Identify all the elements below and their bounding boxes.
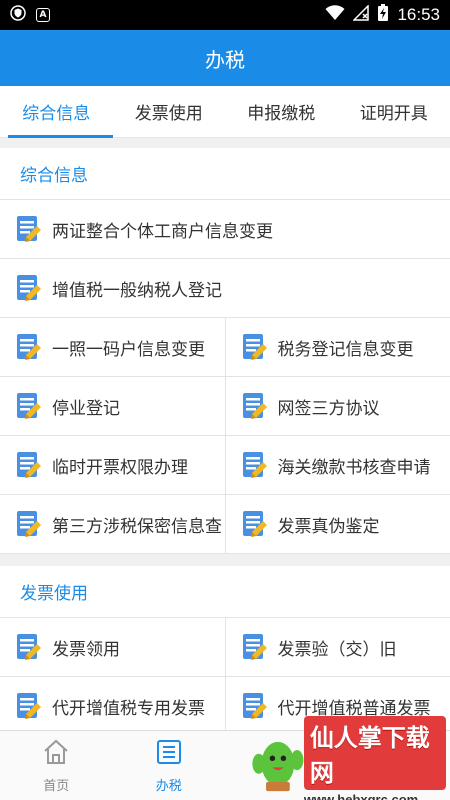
- document-edit-icon: [17, 452, 41, 478]
- no-sim-icon: [352, 4, 370, 25]
- item-row: 增值税一般纳税人登记: [0, 259, 450, 318]
- section-title: 发票使用: [0, 566, 450, 618]
- service-item[interactable]: 第三方涉税保密信息查: [0, 495, 225, 553]
- watermark-title: 仙人掌下载网: [303, 715, 446, 790]
- service-item-label: 发票领用: [52, 639, 120, 660]
- service-item[interactable]: 发票领用: [0, 618, 225, 676]
- service-item-label: 第三方涉税保密信息查: [52, 516, 222, 537]
- item-row: 发票领用 发票验（交）旧: [0, 618, 450, 677]
- tab-bar: 综合信息 发票使用 申报缴税 证明开具: [0, 86, 450, 138]
- tab-general-info[interactable]: 综合信息: [0, 86, 113, 138]
- document-edit-icon: [17, 693, 41, 719]
- section-invoice-use: 发票使用 发票领用 发票验（交）旧 代开增值税专用发票 代开增值税普通发票: [0, 566, 450, 730]
- tab-invoice-use[interactable]: 发票使用: [113, 86, 226, 137]
- app-bar: 办税: [0, 30, 450, 86]
- content-area: 综合信息 两证整合个体工商户信息变更 增值税一般纳税人登记 一照一码户信息变更 税务登…: [0, 148, 450, 730]
- clock: 16:53: [397, 5, 440, 24]
- section-title: 综合信息: [0, 148, 450, 200]
- item-row: 一照一码户信息变更 税务登记信息变更: [0, 318, 450, 377]
- service-item-label: 增值税一般纳税人登记: [52, 280, 222, 301]
- service-item[interactable]: 一照一码户信息变更: [0, 318, 225, 376]
- service-item-label: 一照一码户信息变更: [52, 339, 205, 360]
- document-edit-icon: [17, 511, 41, 537]
- service-item[interactable]: 海关缴款书核查申请: [224, 436, 450, 494]
- document-edit-icon: [242, 452, 267, 478]
- item-row: 停业登记 网签三方协议: [0, 377, 450, 436]
- service-item[interactable]: 发票真伪鉴定: [224, 495, 450, 553]
- document-edit-icon: [242, 393, 267, 419]
- document-edit-icon: [17, 275, 41, 301]
- service-item[interactable]: 增值税一般纳税人登记: [0, 259, 450, 317]
- a-icon: A: [36, 8, 50, 22]
- service-item-label: 税务登记信息变更: [277, 339, 414, 360]
- tab-certificate[interactable]: 证明开具: [338, 86, 450, 137]
- item-row: 第三方涉税保密信息查 发票真伪鉴定: [0, 495, 450, 554]
- page-title: 办税: [205, 47, 245, 72]
- service-item[interactable]: 税务登记信息变更: [224, 318, 450, 376]
- cactus-logo-icon: [252, 741, 304, 792]
- document-edit-icon: [17, 216, 41, 242]
- service-item-label: 代开增值税专用发票: [52, 698, 205, 719]
- nav-tax[interactable]: 办税: [113, 731, 226, 800]
- document-edit-icon: [17, 334, 41, 360]
- service-item[interactable]: 发票验（交）旧: [224, 618, 450, 676]
- service-item-label: 网签三方协议: [277, 398, 380, 419]
- service-item[interactable]: 停业登记: [0, 377, 225, 435]
- item-row: 临时开票权限办理 海关缴款书核查申请: [0, 436, 450, 495]
- service-item-label: 发票真伪鉴定: [277, 516, 380, 537]
- service-item[interactable]: 代开增值税专用发票: [0, 677, 225, 730]
- shield-icon: [10, 5, 26, 25]
- service-item-label: 发票验（交）旧: [277, 639, 397, 660]
- service-item-label: 临时开票权限办理: [52, 457, 188, 478]
- watermark-url: www.hebxqrc.com: [303, 791, 419, 800]
- document-edit-icon: [17, 634, 41, 660]
- service-item[interactable]: 网签三方协议: [224, 377, 450, 435]
- service-item-label: 停业登记: [52, 398, 120, 419]
- service-item[interactable]: 两证整合个体工商户信息变更: [0, 200, 450, 258]
- nav-label: 首页: [43, 779, 70, 794]
- document-edit-icon: [242, 693, 267, 719]
- battery-charging-icon: [377, 4, 389, 26]
- document-edit-icon: [242, 334, 267, 360]
- tab-declare-pay[interactable]: 申报缴税: [225, 86, 338, 137]
- document-edit-icon: [17, 393, 41, 419]
- nav-home[interactable]: 首页: [0, 731, 113, 800]
- section-general-info: 综合信息 两证整合个体工商户信息变更 增值税一般纳税人登记 一照一码户信息变更 税务登…: [0, 148, 450, 554]
- nav-label: 办税: [155, 779, 182, 794]
- wifi-icon: [325, 5, 345, 25]
- document-edit-icon: [242, 511, 267, 537]
- item-row: 两证整合个体工商户信息变更: [0, 200, 450, 259]
- home-icon: [41, 737, 71, 771]
- status-bar: A 16:53: [0, 0, 450, 30]
- service-item-label: 两证整合个体工商户信息变更: [52, 221, 273, 242]
- service-item-label: 海关缴款书核查申请: [277, 457, 431, 478]
- watermark: 仙人掌下载网 www.hebxqrc.com: [246, 715, 446, 800]
- list-icon: [154, 737, 184, 771]
- service-item[interactable]: 临时开票权限办理: [0, 436, 225, 494]
- document-edit-icon: [242, 634, 267, 660]
